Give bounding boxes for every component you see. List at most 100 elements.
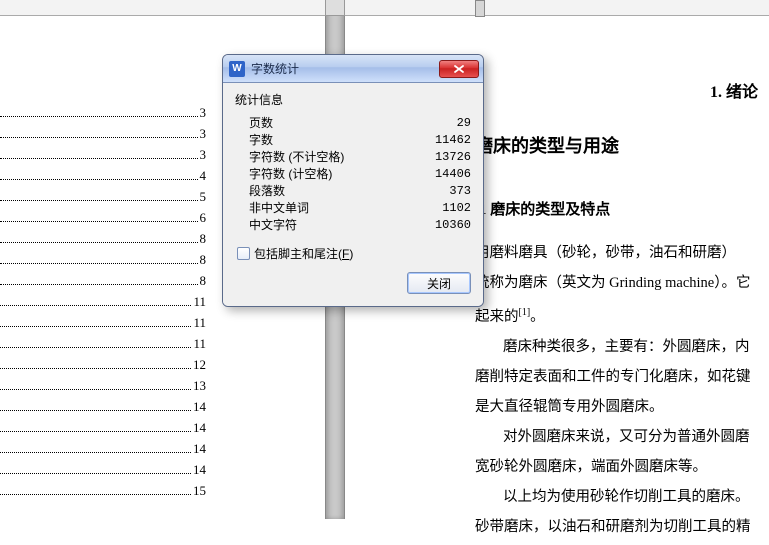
toc-line: 15 (0, 478, 208, 499)
toc-dots (0, 200, 198, 201)
paragraph: 对外圆磨床来说，又可分为普通外圆磨 (475, 425, 769, 449)
stat-row: 中文字符10360 (249, 216, 471, 233)
toc-dots (0, 347, 191, 348)
toc-dots (0, 410, 191, 411)
toc-dots (0, 305, 191, 306)
citation-ref: [1] (519, 307, 531, 318)
toc-dots (0, 389, 191, 390)
stat-value: 1102 (411, 201, 471, 215)
toc-dots (0, 431, 191, 432)
toc-page-number: 3 (198, 126, 209, 142)
toc-dots (0, 368, 191, 369)
toc-page-number: 8 (198, 252, 209, 268)
toc-line: 8 (0, 226, 208, 247)
toc-page-number: 12 (191, 357, 208, 373)
paragraph: 砂带磨床，以油石和研磨剂为切削工具的精 (475, 515, 769, 539)
stat-label: 中文字符 (249, 216, 411, 233)
dialog-buttons: 关闭 (235, 272, 471, 294)
toc-line: 13 (0, 373, 208, 394)
stat-row: 段落数373 (249, 182, 471, 199)
toc-page-number: 11 (191, 315, 208, 331)
stat-label: 字符数 (不计空格) (249, 148, 411, 165)
stat-row: 字符数 (计空格)14406 (249, 165, 471, 182)
include-footnotes-row[interactable]: 包括脚主和尾注(F) (237, 245, 471, 262)
stat-value: 13726 (411, 150, 471, 164)
toc-page-number: 14 (191, 462, 208, 478)
toc-line: 11 (0, 289, 208, 310)
toc-line: 14 (0, 457, 208, 478)
toc-page-number: 6 (198, 210, 209, 226)
toc-line: 3 (0, 142, 208, 163)
toc-dots (0, 284, 198, 285)
checkbox[interactable] (237, 247, 250, 260)
text: 起来的 (475, 309, 519, 325)
stat-value: 10360 (411, 218, 471, 232)
dialog-body: 统计信息 页数29字数11462字符数 (不计空格)13726字符数 (计空格)… (223, 83, 483, 306)
paragraph: 用磨料磨具（砂轮，砂带，油石和研磨） (475, 241, 769, 265)
stat-row: 字符数 (不计空格)13726 (249, 148, 471, 165)
toc-line: 5 (0, 184, 208, 205)
stat-value: 11462 (411, 133, 471, 147)
toc-page-number: 11 (191, 294, 208, 310)
toc-line: 4 (0, 163, 208, 184)
toc-page-number: 8 (198, 231, 209, 247)
toc-line: 3 (0, 100, 208, 121)
ruler-gap (325, 0, 345, 16)
toc-page-number: 14 (191, 420, 208, 436)
heading-1: 磨床的类型与用途 (475, 132, 769, 158)
text: 包括脚主和尾注( (254, 247, 342, 261)
paragraph: 统称为磨床（英文为 Grinding machine）。它 (475, 271, 769, 295)
stat-label: 段落数 (249, 182, 411, 199)
paragraph: 是大直径辊筒专用外圆磨床。 (475, 395, 769, 419)
stat-row: 非中文单词1102 (249, 199, 471, 216)
toc-page-number: 4 (198, 168, 209, 184)
toc-line: 6 (0, 205, 208, 226)
toc-page-number: 3 (198, 147, 209, 163)
toc-page-number: 3 (198, 105, 209, 121)
toc-line: 14 (0, 436, 208, 457)
toc-line: 8 (0, 247, 208, 268)
close-icon[interactable] (439, 60, 479, 78)
toc-dots (0, 221, 198, 222)
paragraph: 磨床种类很多，主要有：外圆磨床，内 (475, 335, 769, 359)
toc-dots (0, 452, 191, 453)
toc-dots (0, 179, 198, 180)
toc-line: 11 (0, 310, 208, 331)
toc-page-number: 11 (191, 336, 208, 352)
toc-dots (0, 326, 191, 327)
paragraph: 磨削特定表面和工件的专门化磨床，如花键 (475, 365, 769, 389)
toc-line: 11 (0, 331, 208, 352)
toc-dots (0, 116, 198, 117)
toc-list: 33345688811111112131414141415 (0, 100, 208, 499)
x-icon (452, 64, 466, 74)
toc-dots (0, 263, 198, 264)
dialog-title: 字数统计 (251, 60, 439, 77)
toc-line: 14 (0, 394, 208, 415)
paragraph: 宽砂轮外圆磨床，端面外圆磨床等。 (475, 455, 769, 479)
stat-row: 字数11462 (249, 131, 471, 148)
ruler-left (0, 0, 325, 16)
toc-page-number: 15 (191, 483, 208, 499)
toc-dots (0, 473, 191, 474)
stat-label: 字数 (249, 131, 411, 148)
stats-group-title: 统计信息 (235, 91, 471, 108)
toc-line: 14 (0, 415, 208, 436)
toc-page-number: 13 (191, 378, 208, 394)
stat-label: 字符数 (计空格) (249, 165, 411, 182)
app-icon: W (229, 61, 245, 77)
stat-value: 14406 (411, 167, 471, 181)
close-button[interactable]: 关闭 (407, 272, 471, 294)
dialog-titlebar[interactable]: W 字数统计 (223, 55, 483, 83)
toc-line: 3 (0, 121, 208, 142)
paragraph: 起来的[1]。 (475, 301, 769, 329)
toc-dots (0, 158, 198, 159)
toc-page-number: 14 (191, 399, 208, 415)
toc-page-number: 8 (198, 273, 209, 289)
text: ) (349, 247, 353, 261)
toc-dots (0, 242, 198, 243)
stat-row: 页数29 (249, 114, 471, 131)
document-content: 磨床的类型与用途 1 磨床的类型及特点 用磨料磨具（砂轮，砂带，油石和研磨） 统… (475, 62, 769, 545)
paragraph: 以上均为使用砂轮作切削工具的磨床。 (475, 485, 769, 509)
text: 。 (530, 309, 545, 325)
stat-value: 29 (411, 116, 471, 130)
